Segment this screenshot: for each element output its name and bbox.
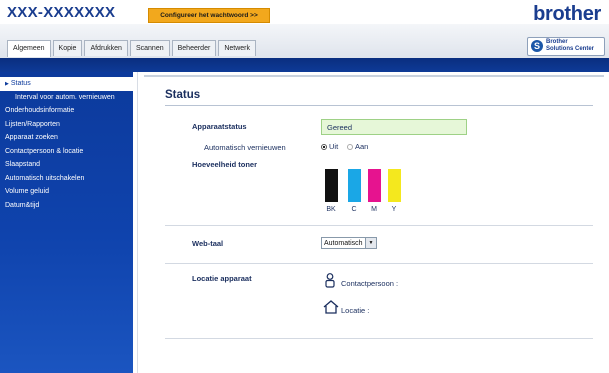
- top-bar: XXX-XXXXXXX Configureer het wachtwoord >…: [0, 0, 609, 26]
- tab-netwerk[interactable]: Netwerk: [218, 40, 256, 56]
- sidebar: ▶ Status Interval voor autom. vernieuwen …: [0, 72, 133, 373]
- device-status-label: Apparaatstatus: [192, 122, 247, 131]
- toner-c-bar: [348, 169, 361, 202]
- section-divider: [165, 225, 593, 226]
- house-icon: [323, 300, 339, 314]
- toner-c-label: C: [351, 206, 357, 213]
- sidebar-item-slaapstand[interactable]: Slaapstand: [0, 158, 133, 172]
- toner-m-bar: [368, 169, 381, 202]
- section-divider: [165, 338, 593, 339]
- auto-refresh-off-option[interactable]: Uit: [321, 142, 338, 151]
- sidebar-item-status[interactable]: ▶ Status: [0, 77, 133, 91]
- title-divider: [165, 105, 593, 106]
- configure-password-button[interactable]: Configureer het wachtwoord >>: [148, 8, 270, 23]
- tab-scannen[interactable]: Scannen: [129, 40, 170, 56]
- main-tabs: Algemeen Kopie Afdrukken Scannen Beheerd…: [7, 40, 258, 57]
- tab-afdrukken[interactable]: Afdrukken: [84, 40, 128, 56]
- arrow-right-icon: ▶: [5, 81, 9, 87]
- solutions-center-button[interactable]: S Brother Solutions Center: [527, 37, 605, 56]
- model-name: XXX-XXXXXXX: [7, 4, 116, 21]
- toner-label: Hoeveelheid toner: [192, 160, 258, 169]
- section-divider: [165, 263, 593, 264]
- sidebar-item-onderhoud[interactable]: Onderhoudsinformatie: [0, 104, 133, 118]
- sidebar-item-apparaat-zoeken[interactable]: Apparaat zoeken: [0, 131, 133, 145]
- tab-beheerder[interactable]: Beheerder: [171, 40, 217, 56]
- tab-kopie[interactable]: Kopie: [52, 40, 83, 56]
- device-status-value: Gereed: [321, 119, 467, 135]
- toner-y-bar: [388, 169, 401, 202]
- sidebar-item-auto-uitschakelen[interactable]: Automatisch uitschakelen: [0, 172, 133, 186]
- contact-person-label: Contactpersoon :: [341, 279, 399, 288]
- web-language-select[interactable]: Automatisch ▼: [321, 237, 377, 249]
- auto-refresh-on-option[interactable]: Aan: [347, 142, 368, 151]
- device-location-label: Locatie apparaat: [192, 274, 252, 283]
- tab-bar: Algemeen Kopie Afdrukken Scannen Beheerd…: [0, 24, 609, 59]
- sidebar-item-lijsten[interactable]: Lijsten/Rapporten: [0, 118, 133, 132]
- sidebar-item-datum-tijd[interactable]: Datum&tijd: [0, 199, 133, 213]
- sidebar-item-volume[interactable]: Volume geluid: [0, 185, 133, 199]
- solutions-center-label: Brother Solutions Center: [546, 39, 595, 52]
- radio-unselected-icon: [347, 144, 353, 151]
- sidebar-item-interval[interactable]: Interval voor autom. vernieuwen: [0, 91, 133, 105]
- toner-y-label: Y: [391, 206, 397, 213]
- sidebar-item-contact-locatie[interactable]: Contactpersoon & locatie: [0, 145, 133, 159]
- auto-refresh-label: Automatisch vernieuwen: [204, 143, 286, 152]
- toner-bk-label: BK: [326, 206, 336, 213]
- toner-bk-bar: [325, 169, 338, 202]
- main-content: Status Apparaatstatus Gereed Automatisch…: [137, 72, 609, 373]
- radio-selected-icon: [321, 144, 327, 151]
- dropdown-arrow-icon: ▼: [365, 238, 376, 248]
- page-title: Status: [165, 89, 201, 101]
- web-language-label: Web-taal: [192, 239, 224, 248]
- toner-m-label: M: [371, 206, 377, 213]
- brother-logo[interactable]: brother: [533, 3, 601, 26]
- location-label: Locatie :: [341, 306, 370, 315]
- tab-algemeen[interactable]: Algemeen: [7, 40, 51, 57]
- person-icon: [325, 273, 335, 288]
- solutions-center-icon: S: [531, 40, 543, 52]
- header-band: [0, 58, 609, 72]
